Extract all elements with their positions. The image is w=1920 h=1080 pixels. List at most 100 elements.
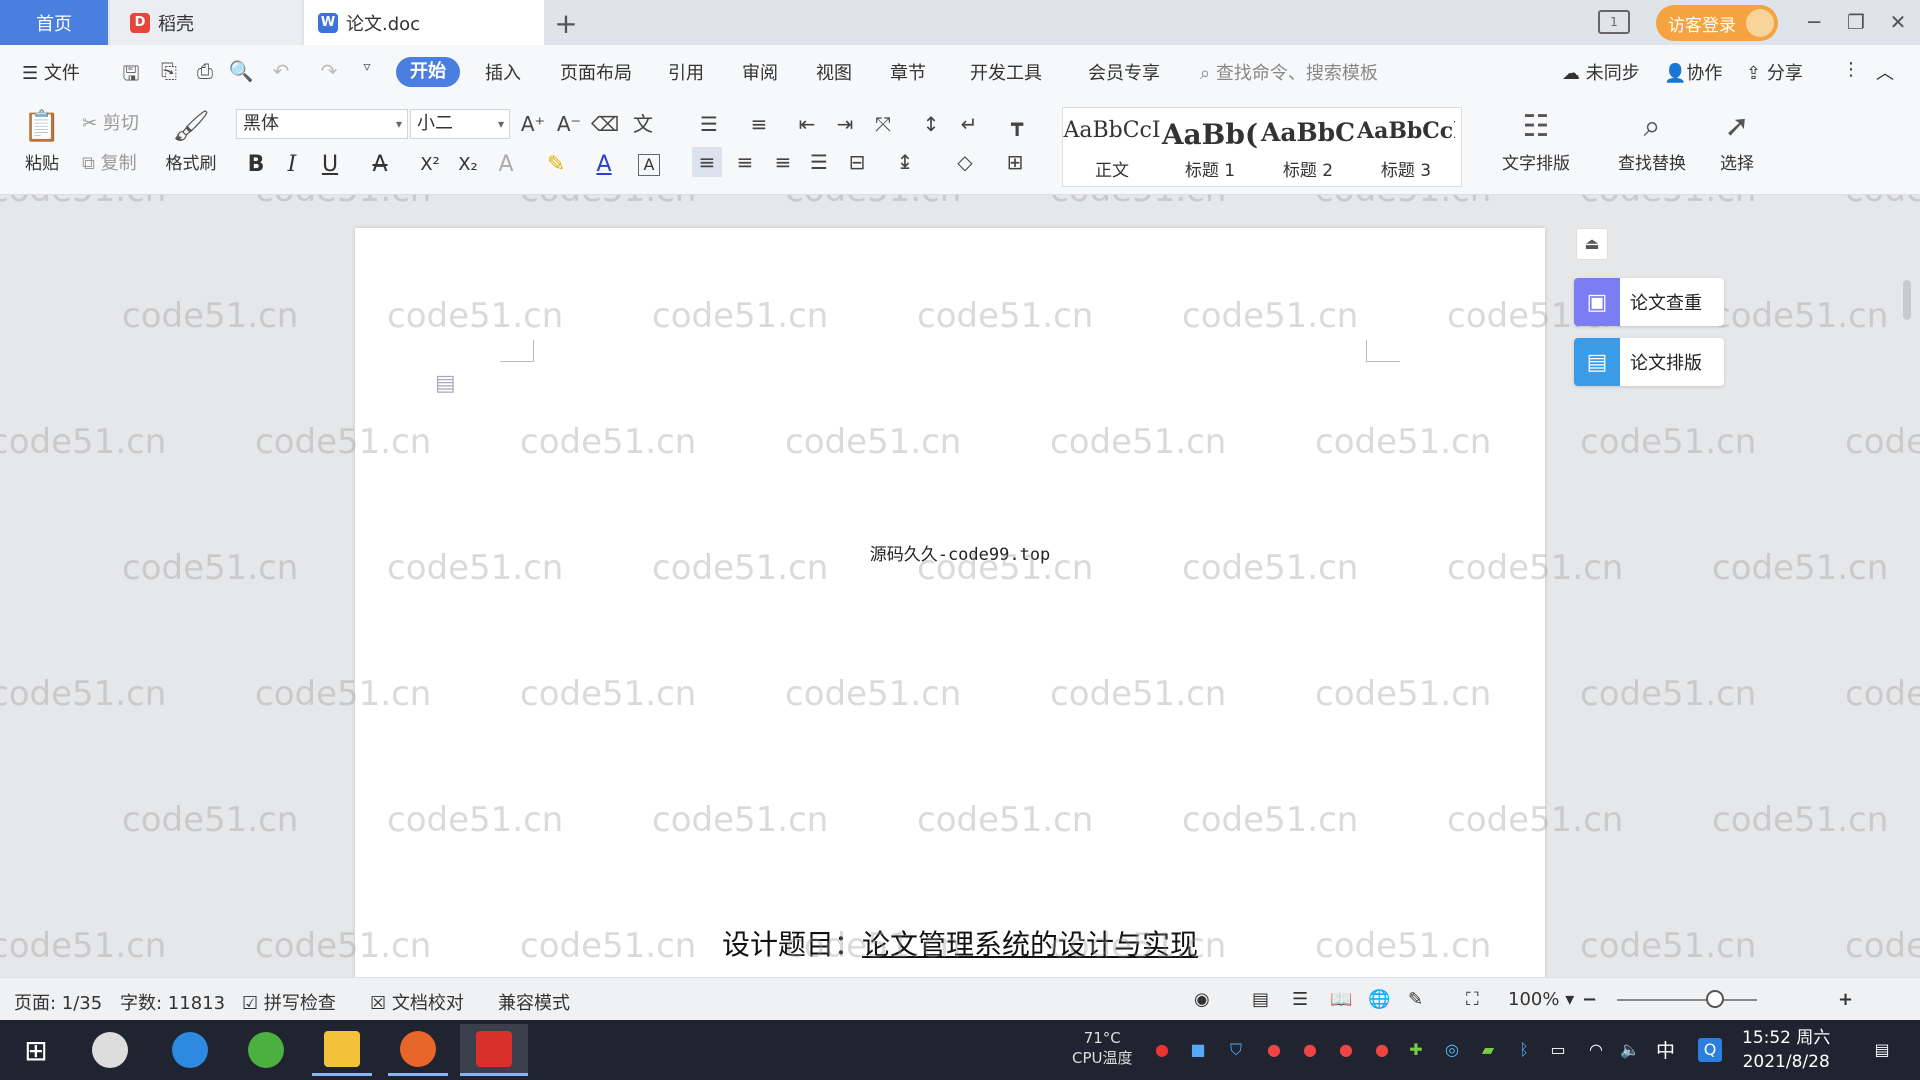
sort-icon[interactable]: ↕: [916, 109, 946, 139]
taskbar-app-ie[interactable]: [160, 1024, 220, 1076]
find-replace-button[interactable]: ⌕ 查找替换: [1610, 105, 1694, 174]
print-preview-icon[interactable]: 🔍: [228, 59, 254, 83]
word-count[interactable]: 字数: 11813: [120, 989, 225, 1015]
close-button[interactable]: ✕: [1880, 6, 1916, 38]
character-border-icon[interactable]: A: [638, 154, 660, 176]
taskbar-app-explorer[interactable]: [312, 1024, 372, 1076]
zoom-in-icon[interactable]: +: [1838, 989, 1853, 1010]
outline-view-icon[interactable]: ☰: [1292, 989, 1308, 1010]
bullet-list-icon[interactable]: ☰: [694, 109, 724, 139]
align-right-icon[interactable]: ≡: [768, 147, 798, 177]
qq-icon[interactable]: ●: [1298, 1038, 1322, 1062]
input-method-indicator[interactable]: 中: [1656, 1036, 1675, 1063]
grow-font-icon[interactable]: A⁺: [518, 109, 548, 139]
distribute-icon[interactable]: ⊟: [842, 147, 872, 177]
font-size-select[interactable]: 小二 ▾: [410, 109, 510, 139]
align-left-icon[interactable]: ≡: [692, 147, 722, 177]
page-indicator[interactable]: 页面: 1/35: [14, 989, 102, 1015]
zoom-slider[interactable]: [1617, 999, 1757, 1001]
style-heading-3[interactable]: AaBbCcl 标题 3: [1357, 108, 1455, 186]
fit-page-icon[interactable]: ⛶: [1466, 989, 1479, 1010]
customize-chevron-down-icon[interactable]: ▿: [354, 59, 380, 83]
write-mode-icon[interactable]: ✎: [1408, 989, 1423, 1010]
shading-icon[interactable]: ◇: [950, 147, 980, 177]
align-center-icon[interactable]: ≡: [730, 147, 760, 177]
font-color-icon[interactable]: A: [588, 149, 620, 181]
numbered-list-icon[interactable]: ≡: [744, 109, 774, 139]
copy-button[interactable]: ⧉ 复制: [82, 149, 137, 175]
shrink-font-icon[interactable]: A⁻: [554, 109, 584, 139]
qq-icon[interactable]: ●: [1262, 1038, 1286, 1062]
system-clock[interactable]: 15:52 周六 2021/8/28: [1742, 1026, 1830, 1074]
collapse-panel-icon[interactable]: ⏏: [1576, 228, 1608, 260]
subscript-icon[interactable]: X₂: [452, 149, 484, 181]
increase-indent-icon[interactable]: ⇥: [830, 109, 860, 139]
menu-review[interactable]: 审阅: [742, 59, 778, 85]
wifi-icon[interactable]: ◠: [1584, 1038, 1608, 1062]
tray-app-icon[interactable]: ✚: [1404, 1038, 1428, 1062]
qq-icon[interactable]: ●: [1334, 1038, 1358, 1062]
nvidia-icon[interactable]: ▰: [1476, 1038, 1500, 1062]
window-layout-button[interactable]: 1: [1598, 10, 1630, 34]
reading-view-icon[interactable]: 📖: [1330, 989, 1352, 1010]
tray-app-icon[interactable]: ◎: [1440, 1038, 1464, 1062]
tab-daoke[interactable]: D 稻壳: [110, 0, 302, 45]
paper-check-button[interactable]: ▣ 论文查重: [1574, 278, 1724, 326]
tab-home[interactable]: 首页: [0, 0, 108, 45]
qq-icon[interactable]: ●: [1370, 1038, 1394, 1062]
taskbar-app-browser[interactable]: [236, 1024, 296, 1076]
sync-status[interactable]: ☁ 未同步: [1562, 59, 1640, 85]
justify-icon[interactable]: ☰: [804, 147, 834, 177]
menu-dev-tools[interactable]: 开发工具: [970, 59, 1042, 85]
zoom-slider-handle[interactable]: [1706, 990, 1724, 1008]
collaborate-button[interactable]: 👤协作: [1664, 59, 1722, 85]
notification-center-icon[interactable]: ▤: [1870, 1038, 1894, 1062]
chinese-layout-icon[interactable]: ⤧: [868, 109, 898, 139]
taskbar-app-fan[interactable]: [80, 1024, 140, 1076]
highlight-icon[interactable]: ✎: [540, 149, 572, 181]
web-view-icon[interactable]: 🌐: [1368, 989, 1390, 1010]
restore-button[interactable]: ❐: [1838, 6, 1874, 38]
underline-icon[interactable]: U: [314, 149, 346, 181]
collapse-ribbon-icon[interactable]: ︿: [1876, 59, 1894, 85]
save-icon[interactable]: 🖫: [118, 59, 144, 85]
decrease-indent-icon[interactable]: ⇤: [792, 109, 822, 139]
format-painter-button[interactable]: 🖌 格式刷: [160, 105, 222, 174]
proofread-button[interactable]: ☒ 文档校对: [370, 989, 464, 1015]
menu-page-layout[interactable]: 页面布局: [560, 59, 632, 85]
shield-icon[interactable]: ⛉: [1224, 1038, 1248, 1062]
guest-login-button[interactable]: 访客登录: [1656, 5, 1778, 41]
minimize-button[interactable]: ─: [1796, 6, 1832, 38]
start-button[interactable]: ⊞: [6, 1024, 66, 1076]
more-options-icon[interactable]: ⋮: [1842, 59, 1860, 80]
menu-member[interactable]: 会员专享: [1088, 59, 1160, 85]
taskbar-app-wps[interactable]: [460, 1024, 528, 1076]
style-normal[interactable]: AaBbCcI 正文: [1063, 108, 1161, 186]
show-marks-icon[interactable]: ↵: [954, 109, 984, 139]
tab-document[interactable]: W 论文.doc: [304, 0, 544, 45]
print-icon[interactable]: ⎙: [192, 59, 218, 83]
line-spacing-icon[interactable]: ↨: [890, 147, 920, 177]
menu-chapter[interactable]: 章节: [890, 59, 926, 85]
font-family-select[interactable]: 黑体 ▾: [236, 109, 408, 139]
text-effect-icon[interactable]: A: [490, 149, 522, 181]
file-menu[interactable]: ☰ 文件: [22, 59, 80, 85]
qq-pinyin-icon[interactable]: Q: [1698, 1038, 1722, 1062]
strikethrough-icon[interactable]: A: [364, 149, 396, 181]
menu-view[interactable]: 视图: [816, 59, 852, 85]
borders-icon[interactable]: ⊞: [1000, 147, 1030, 177]
spell-check-button[interactable]: ☑ 拼写检查: [242, 989, 336, 1015]
tray-app-icon[interactable]: ■: [1186, 1038, 1210, 1062]
undo-icon[interactable]: ↶: [268, 59, 294, 83]
vertical-scrollbar[interactable]: [1900, 250, 1914, 970]
new-tab-button[interactable]: +: [551, 7, 581, 40]
style-heading-1[interactable]: AaBb( 标题 1: [1161, 108, 1259, 186]
style-heading-2[interactable]: AaBbC 标题 2: [1259, 108, 1357, 186]
menu-reference[interactable]: 引用: [668, 59, 704, 85]
tray-app-icon[interactable]: ●: [1150, 1038, 1174, 1062]
share-button[interactable]: ⇪ 分享: [1746, 59, 1803, 85]
menu-insert[interactable]: 插入: [485, 59, 521, 85]
clear-format-icon[interactable]: ⌫: [590, 109, 620, 139]
scrollbar-thumb[interactable]: [1903, 280, 1911, 320]
zoom-level[interactable]: 100% ▾: [1508, 989, 1574, 1010]
